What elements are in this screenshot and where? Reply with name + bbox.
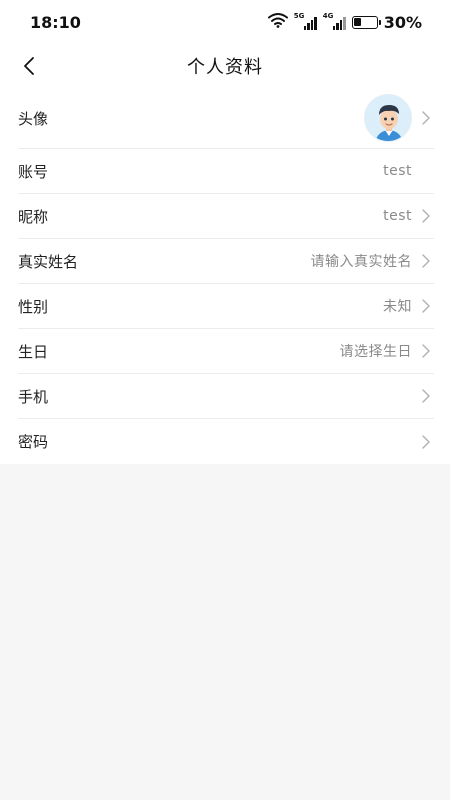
nickname-label: 昵称: [18, 207, 49, 226]
signal-5g-icon: 5G: [293, 12, 317, 30]
row-gender[interactable]: 性别 未知: [18, 284, 434, 329]
chevron-right-icon: [418, 110, 434, 126]
realname-placeholder: 请输入真实姓名: [310, 254, 412, 270]
realname-label: 真实姓名: [18, 252, 79, 271]
nickname-value: test: [383, 208, 412, 224]
avatar-label: 头像: [18, 109, 49, 128]
row-account: 账号 test: [18, 149, 434, 194]
navigation-bar: 个人资料: [0, 44, 450, 88]
chevron-right-icon: [418, 298, 434, 314]
row-password[interactable]: 密码: [18, 419, 434, 464]
row-nickname[interactable]: 昵称 test: [18, 194, 434, 239]
status-time: 18:10: [30, 12, 81, 32]
row-birthday[interactable]: 生日 请选择生日: [18, 329, 434, 374]
avatar[interactable]: [364, 94, 412, 142]
row-realname[interactable]: 真实姓名 请输入真实姓名: [18, 239, 434, 284]
gender-value: 未知: [383, 299, 412, 315]
chevron-right-icon: [418, 388, 434, 404]
signal-4g-icon: 4G: [322, 12, 346, 30]
wifi-icon: [267, 12, 288, 32]
back-button[interactable]: [14, 50, 46, 82]
birthday-placeholder: 请选择生日: [339, 344, 412, 360]
battery-icon: [351, 15, 381, 29]
network-5g-label: 5G: [293, 12, 305, 20]
chevron-right-icon: [418, 343, 434, 359]
status-bar: 18:10 5G 4G 30%: [0, 0, 450, 44]
account-label: 账号: [18, 162, 49, 181]
chevron-right-icon: [418, 208, 434, 224]
chevron-right-icon: [418, 253, 434, 269]
row-avatar[interactable]: 头像: [18, 88, 434, 149]
battery-percent: 30%: [383, 12, 422, 32]
account-value: test: [383, 163, 412, 179]
network-4g-label: 4G: [322, 12, 334, 20]
header-area: 18:10 5G 4G 30% 个人资料 头像 账号 test 昵称 test …: [0, 0, 450, 464]
chevron-left-icon: [24, 57, 34, 75]
row-phone[interactable]: 手机: [18, 374, 434, 419]
page-title: 个人资料: [187, 57, 263, 78]
phone-label: 手机: [18, 387, 49, 406]
birthday-label: 生日: [18, 342, 49, 361]
password-label: 密码: [18, 433, 49, 451]
profile-list: 头像 账号 test 昵称 test 真实姓名 请输入真实姓名 性别 未知 生日…: [0, 88, 450, 464]
gender-label: 性别: [18, 297, 49, 316]
status-icons: 5G 4G 30%: [267, 12, 422, 32]
chevron-right-icon: [418, 434, 434, 450]
